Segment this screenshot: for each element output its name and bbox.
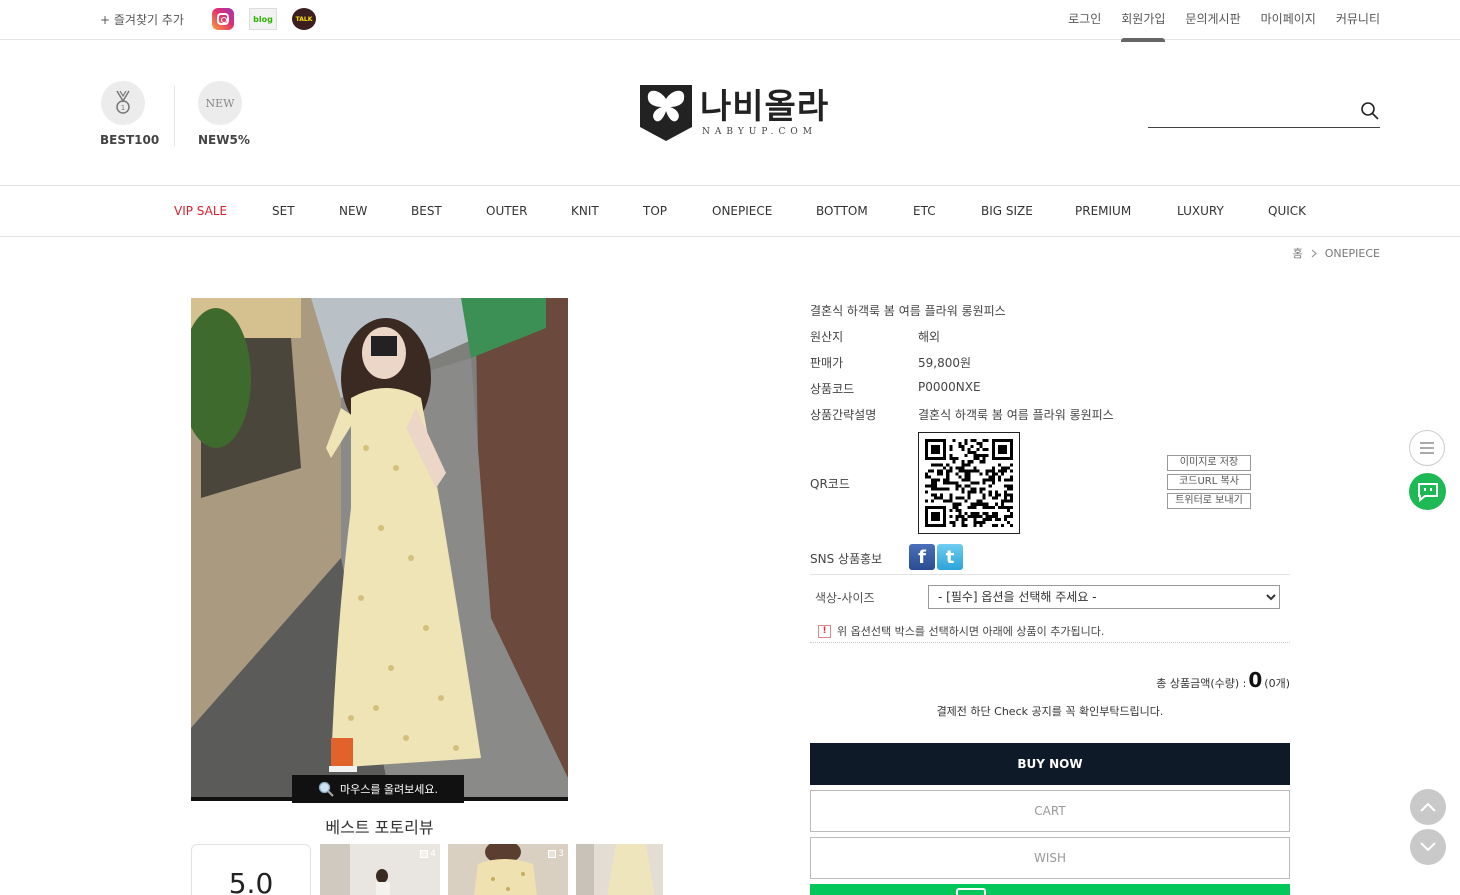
product-code-label: 상품코드 [810, 382, 855, 396]
total-qty: (0개) [1264, 677, 1290, 690]
option-notice: ! 위 옵션선택 박스를 선택하시면 아래에 상품이 추가됩니다. [818, 623, 1104, 639]
search-input[interactable] [1148, 96, 1348, 124]
origin-value: 해외 [918, 330, 941, 344]
qr-copy-url-button[interactable]: 코드URL 복사 [1167, 474, 1251, 490]
svg-text:1: 1 [121, 104, 125, 112]
nav-vip-sale[interactable]: VIP SALE [174, 204, 227, 218]
nav-knit[interactable]: KNIT [571, 204, 599, 218]
qr-actions: 이미지로 저장 코드URL 복사 트위터로 보내기 [1167, 455, 1251, 509]
product-name: 결혼식 하객룩 봄 여름 플라워 롱원피스 [810, 304, 1006, 318]
buy-now-button[interactable]: BUY NOW [810, 743, 1290, 785]
qr-save-image-button[interactable]: 이미지로 저장 [1167, 455, 1251, 471]
divider [810, 642, 1290, 643]
category-nav: VIP SALE SET NEW BEST OUTER KNIT TOP ONE… [0, 187, 1460, 237]
best-photo-review-title: 베스트 포토리뷰 [325, 818, 434, 837]
nav-quick[interactable]: QUICK [1268, 204, 1306, 218]
butterfly-logo-icon [640, 85, 692, 141]
qr-code-image [918, 432, 1020, 534]
product-code-row: 상품코드 P0000NXE [810, 380, 981, 397]
chevron-right-icon [1311, 249, 1317, 257]
review-thumbnail[interactable] [576, 844, 663, 895]
summary-value: 결혼식 하객룩 봄 여름 플라워 롱원피스 [918, 408, 1114, 422]
new-badge-icon[interactable]: NEW [198, 81, 242, 125]
origin-row: 원산지 해외 [810, 328, 940, 345]
scroll-bottom-icon[interactable] [1410, 829, 1446, 865]
cart-button[interactable]: CART [810, 790, 1290, 832]
instagram-icon[interactable] [212, 8, 234, 30]
nav-new[interactable]: NEW [339, 204, 367, 218]
chat-icon[interactable] [1409, 473, 1446, 510]
summary-label: 상품간략설명 [810, 408, 877, 422]
nav-set[interactable]: SET [272, 204, 295, 218]
zoom-hint-text: 마우스를 올려보세요. [339, 783, 439, 796]
logo-english-text: NABYUP.COM [702, 127, 817, 137]
site-header: 1 BEST100 NEW NEW5% 나비올라 NABYUP.COM [0, 40, 1460, 186]
price-label: 판매가 [810, 356, 844, 370]
top-links: 로그인 회원가입 문의게시판 마이페이지 커뮤니티 [1068, 10, 1380, 42]
review-thumbnail[interactable]: 3 [448, 844, 568, 895]
total-price: 총 상품금액(수량) : 0 (0개) [1156, 668, 1290, 692]
top-bar: + 즐겨찾기 추가 blog TALK 로그인 회원가입 문의게시판 마이페이지… [0, 0, 1460, 42]
divider [810, 574, 1290, 575]
best100-label[interactable]: BEST100 [100, 133, 159, 147]
search-icon[interactable] [1360, 101, 1380, 121]
add-favorite-link[interactable]: + 즐겨찾기 추가 [100, 11, 184, 28]
total-value: 0 [1248, 668, 1263, 692]
npay-button[interactable] [810, 884, 1290, 895]
community-link[interactable]: 커뮤니티 [1336, 10, 1380, 27]
nav-big-size[interactable]: BIG SIZE [981, 204, 1033, 218]
login-link[interactable]: 로그인 [1068, 10, 1101, 27]
photo-count: 3 [548, 849, 564, 859]
zoom-hint: 마우스를 올려보세요. [292, 775, 464, 803]
review-thumbnail[interactable]: 4 [320, 844, 440, 895]
nav-onepiece[interactable]: ONEPIECE [712, 204, 772, 218]
divider [174, 86, 175, 146]
origin-label: 원산지 [810, 330, 844, 344]
nav-etc[interactable]: ETC [913, 204, 936, 218]
signup-link[interactable]: 회원가입 [1121, 10, 1166, 42]
option-label: 색상-사이즈 [815, 591, 875, 605]
twitter-icon[interactable]: t [937, 544, 963, 570]
sns-promo-label: SNS 상품홍보 [810, 552, 883, 566]
nav-luxury[interactable]: LUXURY [1177, 204, 1224, 218]
kakao-talk-icon[interactable]: TALK [292, 8, 316, 30]
nav-bottom[interactable]: BOTTOM [816, 204, 868, 218]
product-main-image[interactable] [191, 298, 568, 801]
option-notice-text: 위 옵션선택 박스를 선택하시면 아래에 상품이 추가됩니다. [837, 625, 1105, 638]
wish-button[interactable]: WISH [810, 837, 1290, 879]
site-logo[interactable]: 나비올라 NABYUP.COM [640, 85, 829, 141]
color-size-select[interactable]: - [필수] 옵션을 선택해 주세요 - [928, 585, 1280, 609]
product-code-value: P0000NXE [918, 380, 981, 394]
total-label: 총 상품금액(수량) : [1156, 677, 1247, 690]
facebook-icon[interactable]: f [909, 544, 935, 570]
blog-icon[interactable]: blog [249, 8, 277, 30]
qr-send-twitter-button[interactable]: 트위터로 보내기 [1167, 493, 1251, 509]
new5-label[interactable]: NEW5% [198, 133, 250, 147]
mypage-link[interactable]: 마이페이지 [1261, 10, 1316, 27]
scroll-top-icon[interactable] [1410, 789, 1446, 825]
nav-outer[interactable]: OUTER [486, 204, 527, 218]
price-value: 59,800원 [918, 356, 972, 370]
breadcrumb: 홈 ONEPIECE [1293, 245, 1380, 261]
review-score: 5.0 [191, 844, 311, 895]
magnifier-icon [318, 781, 334, 797]
best100-medal-icon[interactable]: 1 [101, 81, 145, 125]
inquiry-board-link[interactable]: 문의게시판 [1185, 10, 1240, 27]
nav-best[interactable]: BEST [411, 204, 442, 218]
summary-row: 상품간략설명 결혼식 하객룩 봄 여름 플라워 롱원피스 [810, 406, 1114, 423]
npay-icon [956, 888, 986, 895]
nav-premium[interactable]: PREMIUM [1075, 204, 1131, 218]
breadcrumb-current[interactable]: ONEPIECE [1325, 247, 1380, 260]
nav-top[interactable]: TOP [643, 204, 667, 218]
breadcrumb-home[interactable]: 홈 [1293, 245, 1303, 261]
logo-korean-text: 나비올라 [700, 87, 830, 127]
warning-icon: ! [818, 624, 831, 638]
qr-label: QR코드 [810, 477, 850, 491]
price-row: 판매가 59,800원 [810, 354, 971, 371]
menu-icon[interactable] [1409, 430, 1445, 466]
check-notice: 결제전 하단 Check 공지를 꼭 확인부탁드립니다. [936, 705, 1164, 718]
search-box [1148, 96, 1380, 128]
photo-count: 4 [420, 849, 436, 859]
